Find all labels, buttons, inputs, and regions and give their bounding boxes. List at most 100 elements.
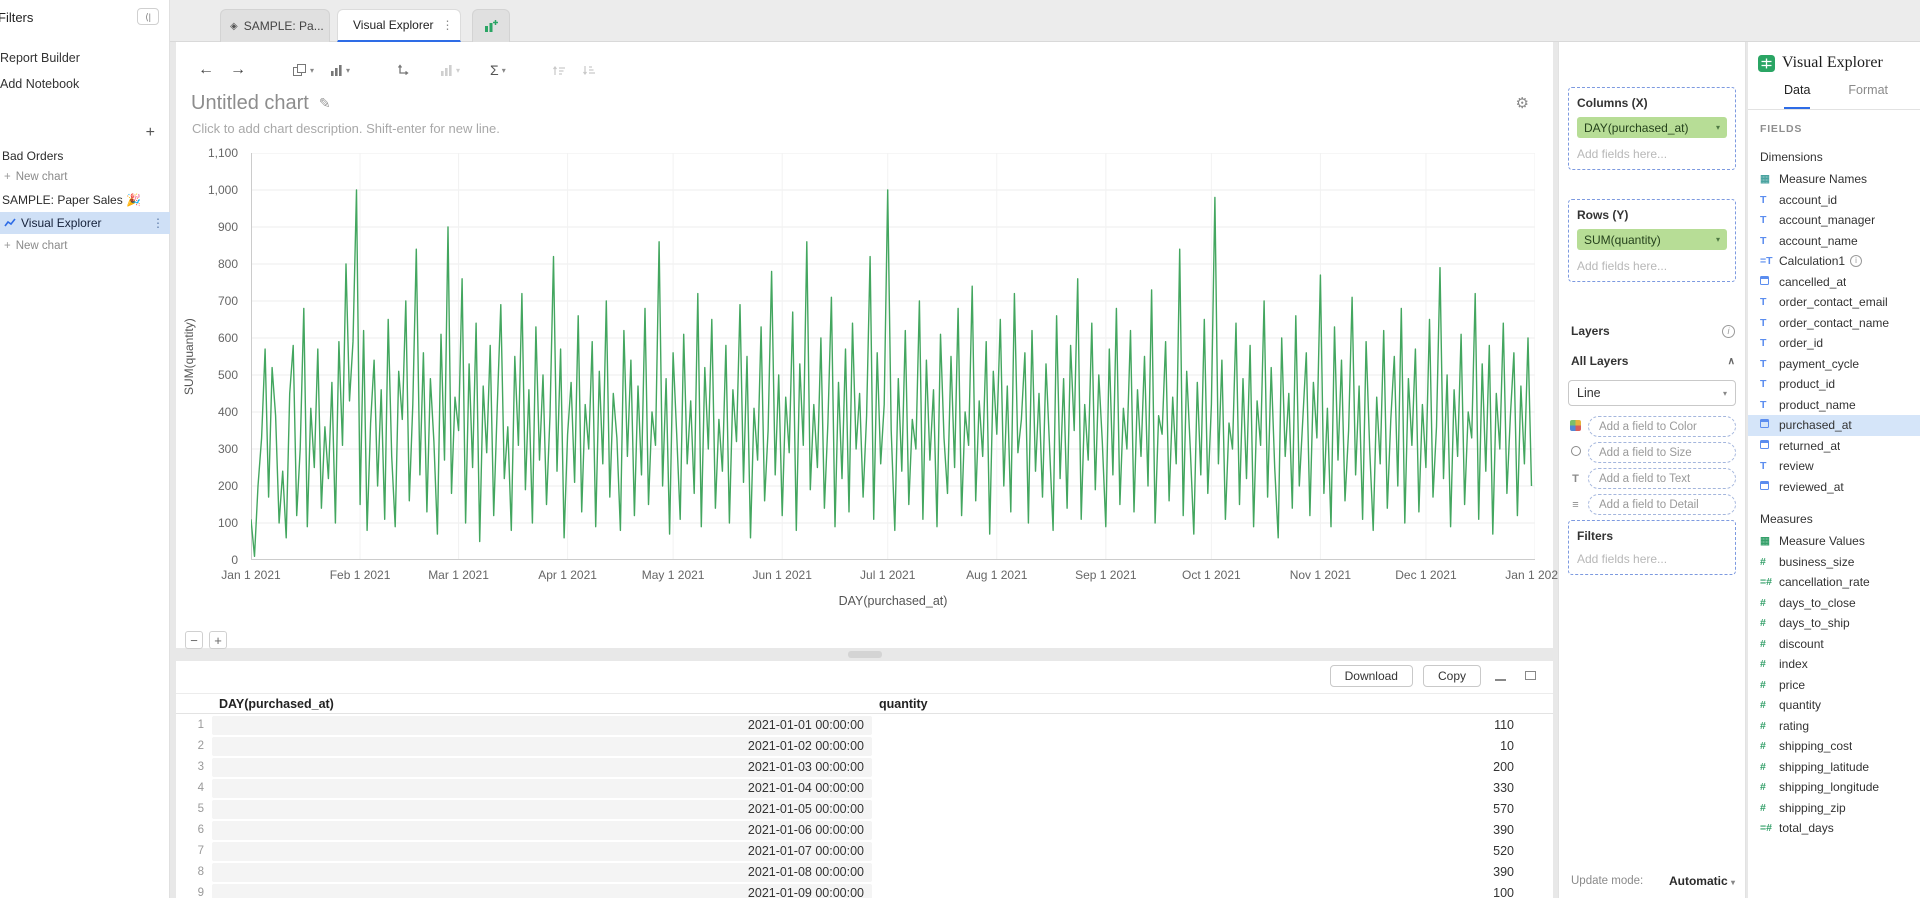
tab-visual-explorer[interactable]: Visual Explorer ⋮ (337, 9, 461, 42)
chart-title[interactable]: Untitled chart (191, 92, 309, 115)
cell-quantity[interactable]: 100 (880, 883, 1522, 898)
columns-shelf[interactable]: Columns (X) DAY(purchased_at) ▾ Add fiel… (1568, 87, 1736, 170)
chart-settings-button[interactable]: ⚙ (1516, 94, 1529, 112)
update-mode-select[interactable]: Automatic ▾ (1669, 874, 1735, 888)
cell-quantity[interactable]: 390 (880, 862, 1522, 883)
sidebar-item-new-chart-1[interactable]: +New chart (0, 168, 68, 187)
sidebar-item-visual-explorer[interactable]: Visual Explorer ⋮ (0, 212, 170, 234)
edit-title-icon[interactable]: ✎ (319, 95, 331, 112)
tab-data[interactable]: Data (1784, 83, 1810, 109)
field-review[interactable]: Treview (1748, 456, 1920, 477)
filters-shelf[interactable]: Filters Add fields here... (1568, 520, 1736, 575)
field-order-id[interactable]: Torder_id (1748, 333, 1920, 354)
field-rating[interactable]: #rating (1748, 716, 1920, 737)
zoom-out-button[interactable]: − (185, 631, 203, 649)
field-account-name[interactable]: Taccount_name (1748, 231, 1920, 252)
splitter-drag-handle[interactable] (848, 651, 882, 658)
cell-purchased-at[interactable]: 2021-01-06 00:00:00 (212, 821, 872, 840)
expand-table-button[interactable] (1521, 666, 1541, 686)
field-total-days[interactable]: =#total_days (1748, 818, 1920, 839)
field-measure-values[interactable]: ▦Measure Values (1748, 531, 1920, 552)
redo-button[interactable]: → (230, 61, 246, 79)
cell-purchased-at[interactable]: 2021-01-05 00:00:00 (212, 800, 872, 819)
field-order-contact-email[interactable]: Torder_contact_email (1748, 292, 1920, 313)
sidebar-item-bad-orders[interactable]: Bad Orders (0, 146, 63, 166)
table-row[interactable]: 82021-01-08 00:00:00390 (176, 862, 1553, 883)
field-price[interactable]: #price (1748, 675, 1920, 696)
add-field-to-text[interactable]: Add a field to Text (1588, 468, 1736, 489)
chart-description-placeholder[interactable]: Click to add chart description. Shift-en… (192, 121, 500, 136)
add-field-to-color[interactable]: Add a field to Color (1588, 416, 1736, 437)
info-icon[interactable]: i (1722, 325, 1735, 338)
field-account-manager[interactable]: Taccount_manager (1748, 210, 1920, 231)
table-row[interactable]: 32021-01-03 00:00:00200 (176, 757, 1553, 778)
caret-down-icon[interactable]: ▾ (1716, 123, 1720, 132)
field-discount[interactable]: #discount (1748, 634, 1920, 655)
add-field-to-size[interactable]: Add a field to Size (1588, 442, 1736, 463)
cell-quantity[interactable]: 570 (880, 799, 1522, 820)
field-product-id[interactable]: Tproduct_id (1748, 374, 1920, 395)
field-product-name[interactable]: Tproduct_name (1748, 395, 1920, 416)
mark-type-select[interactable]: Line ▾ (1568, 380, 1736, 406)
cell-purchased-at[interactable]: 2021-01-08 00:00:00 (212, 863, 872, 882)
field-purchased-at[interactable]: purchased_at (1748, 415, 1920, 436)
field-calculation1[interactable]: =TCalculation1i (1748, 251, 1920, 272)
caret-down-icon[interactable]: ▾ (1716, 235, 1720, 244)
all-layers-row[interactable]: All Layers ∧ (1571, 354, 1735, 368)
pill-day-purchased-at[interactable]: DAY(purchased_at) ▾ (1577, 117, 1727, 138)
tab-sample-paper-sales[interactable]: ◈ SAMPLE: Pa... (220, 9, 330, 42)
chart-plot-area[interactable] (251, 153, 1535, 560)
mark-type-button[interactable]: ▾ (440, 64, 460, 77)
cell-purchased-at[interactable]: 2021-01-02 00:00:00 (212, 737, 872, 756)
undo-button[interactable]: ← (198, 61, 214, 79)
field-shipping-cost[interactable]: #shipping_cost (1748, 736, 1920, 757)
column-header-quantity[interactable]: quantity (879, 697, 928, 711)
table-row[interactable]: 52021-01-05 00:00:00570 (176, 799, 1553, 820)
field-cancellation-rate[interactable]: =#cancellation_rate (1748, 572, 1920, 593)
field-returned-at[interactable]: returned_at (1748, 436, 1920, 457)
field-order-contact-name[interactable]: Torder_contact_name (1748, 313, 1920, 334)
cell-quantity[interactable]: 200 (880, 757, 1522, 778)
field-days-to-ship[interactable]: #days_to_ship (1748, 613, 1920, 634)
cell-purchased-at[interactable]: 2021-01-03 00:00:00 (212, 758, 872, 777)
column-header-purchased-at[interactable]: DAY(purchased_at) (219, 697, 334, 711)
more-options-icon[interactable]: ⋮ (152, 216, 164, 230)
tab-format[interactable]: Format (1848, 83, 1888, 109)
cell-quantity[interactable]: 390 (880, 820, 1522, 841)
table-row[interactable]: 92021-01-09 00:00:00100 (176, 883, 1553, 898)
field-measure-names[interactable]: ▦Measure Names (1748, 169, 1920, 190)
cell-purchased-at[interactable]: 2021-01-07 00:00:00 (212, 842, 872, 861)
swap-axes-button[interactable] (396, 63, 410, 77)
collapse-sidebar-button[interactable]: ⟨| (137, 8, 159, 25)
sort-ascending-button[interactable] (552, 64, 566, 77)
collapse-table-button[interactable] (1491, 666, 1511, 686)
field-payment-cycle[interactable]: Tpayment_cycle (1748, 354, 1920, 375)
sidebar-item-sample-paper-sales[interactable]: SAMPLE: Paper Sales 🎉 (0, 190, 141, 210)
download-button[interactable]: Download (1330, 665, 1413, 687)
tab-new-chart[interactable] (472, 9, 510, 42)
field-quantity[interactable]: #quantity (1748, 695, 1920, 716)
field-shipping-longitude[interactable]: #shipping_longitude (1748, 777, 1920, 798)
cell-quantity[interactable]: 330 (880, 778, 1522, 799)
cell-purchased-at[interactable]: 2021-01-04 00:00:00 (212, 779, 872, 798)
aggregate-button[interactable]: Σ ▾ (490, 62, 506, 78)
zoom-in-button[interactable]: + (209, 631, 227, 649)
sidebar-link-report-builder[interactable]: Report Builder (0, 51, 80, 65)
add-field-to-detail[interactable]: Add a field to Detail (1588, 494, 1736, 515)
add-report-button[interactable]: + (146, 124, 155, 142)
cell-quantity[interactable]: 110 (880, 715, 1522, 736)
sidebar-link-add-notebook[interactable]: Add Notebook (0, 77, 79, 91)
table-row[interactable]: 42021-01-04 00:00:00330 (176, 778, 1553, 799)
pill-sum-quantity[interactable]: SUM(quantity) ▾ (1577, 229, 1727, 250)
tab-menu-icon[interactable]: ⋮ (441, 18, 453, 32)
sidebar-item-new-chart-2[interactable]: +New chart (0, 237, 68, 256)
field-days-to-close[interactable]: #days_to_close (1748, 593, 1920, 614)
cell-quantity[interactable]: 10 (880, 736, 1522, 757)
field-business-size[interactable]: #business_size (1748, 552, 1920, 573)
copy-button[interactable]: Copy (1423, 665, 1481, 687)
field-index[interactable]: #index (1748, 654, 1920, 675)
view-layout-button[interactable]: ▾ (292, 63, 314, 77)
table-row[interactable]: 12021-01-01 00:00:00110 (176, 715, 1553, 736)
cell-quantity[interactable]: 520 (880, 841, 1522, 862)
table-row[interactable]: 22021-01-02 00:00:0010 (176, 736, 1553, 757)
